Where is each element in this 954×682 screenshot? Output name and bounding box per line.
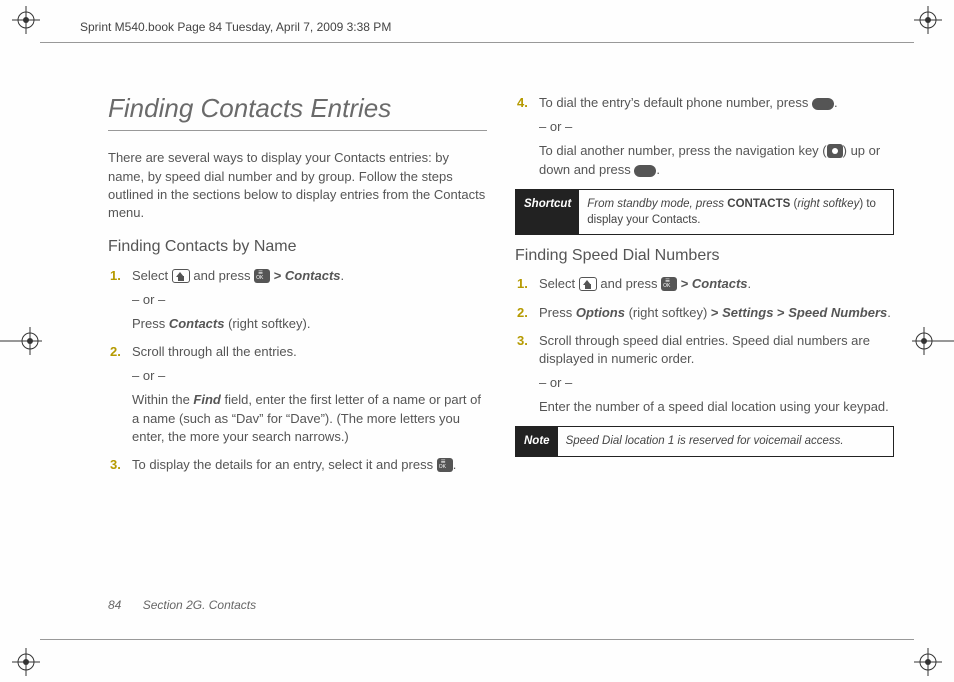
crop-mark-icon [12,6,40,34]
page-number: 84 [108,598,121,612]
subheading-speed-dial: Finding Speed Dial Numbers [515,245,894,267]
divider [40,42,914,43]
intro-text: There are several ways to display your C… [108,149,487,222]
talk-key-icon [634,165,656,177]
home-key-icon [579,277,597,291]
crop-mark-icon [910,327,954,355]
step: 3. To display the details for an entry, … [126,456,487,474]
step-alt: To dial another number, press the naviga… [539,142,894,178]
step-text: Select and press > Contacts. [132,268,344,283]
step: 4. To dial the entry’s default phone num… [533,94,894,179]
crop-mark-icon [914,6,942,34]
note-callout: Note Speed Dial location 1 is reserved f… [515,426,894,456]
shortcut-callout: Shortcut From standby mode, press CONTAC… [515,189,894,235]
callout-tag: Note [516,427,558,455]
step-number: 3. [517,332,528,350]
navigation-key-icon [827,144,843,158]
section-label: Section 2G. Contacts [143,598,256,612]
step-text: Select and press > Contacts. [539,276,751,291]
talk-key-icon [812,98,834,110]
or-divider: – or – [132,367,487,385]
step-number: 3. [110,456,121,474]
home-key-icon [172,269,190,283]
step: 1. Select and press > Contacts. [533,275,894,293]
step-number: 1. [110,267,121,285]
callout-tag: Shortcut [516,190,579,234]
or-divider: – or – [539,118,894,136]
step-text: Scroll through speed dial entries. Speed… [539,333,870,366]
step: 2. Press Options (right softkey) > Setti… [533,304,894,322]
step-number: 4. [517,94,528,112]
step-text: Scroll through all the entries. [132,344,297,359]
step: 1. Select and press > Contacts. – or – P… [126,267,487,334]
page-footer: 84 Section 2G. Contacts [108,598,256,612]
step-alt: Enter the number of a speed dial locatio… [539,398,894,416]
step: 3. Scroll through speed dial entries. Sp… [533,332,894,417]
step-number: 2. [110,343,121,361]
menu-ok-key-icon [437,458,453,472]
crop-mark-icon [914,648,942,676]
step-text: To dial the entry’s default phone number… [539,95,838,110]
page-content: Finding Contacts Entries There are sever… [108,90,894,622]
subheading-by-name: Finding Contacts by Name [108,236,487,258]
menu-ok-key-icon [254,269,270,283]
step-text: To display the details for an entry, sel… [132,457,456,472]
callout-body: Speed Dial location 1 is reserved for vo… [558,427,893,455]
step: 2. Scroll through all the entries. – or … [126,343,487,446]
or-divider: – or – [539,374,894,392]
crop-mark-icon [0,327,44,355]
book-header: Sprint M540.book Page 84 Tuesday, April … [80,20,391,34]
menu-ok-key-icon [661,277,677,291]
step-alt: Press Contacts (right softkey). [132,315,487,333]
step-number: 1. [517,275,528,293]
callout-body: From standby mode, press CONTACTS (right… [579,190,893,234]
column-left: Finding Contacts Entries There are sever… [108,90,487,622]
divider [40,639,914,640]
or-divider: – or – [132,291,487,309]
page-title: Finding Contacts Entries [108,90,487,131]
crop-mark-icon [12,648,40,676]
step-number: 2. [517,304,528,322]
step-alt: Within the Find field, enter the first l… [132,391,487,446]
step-text: Press Options (right softkey) > Settings… [539,305,891,320]
column-right: 4. To dial the entry’s default phone num… [515,90,894,622]
